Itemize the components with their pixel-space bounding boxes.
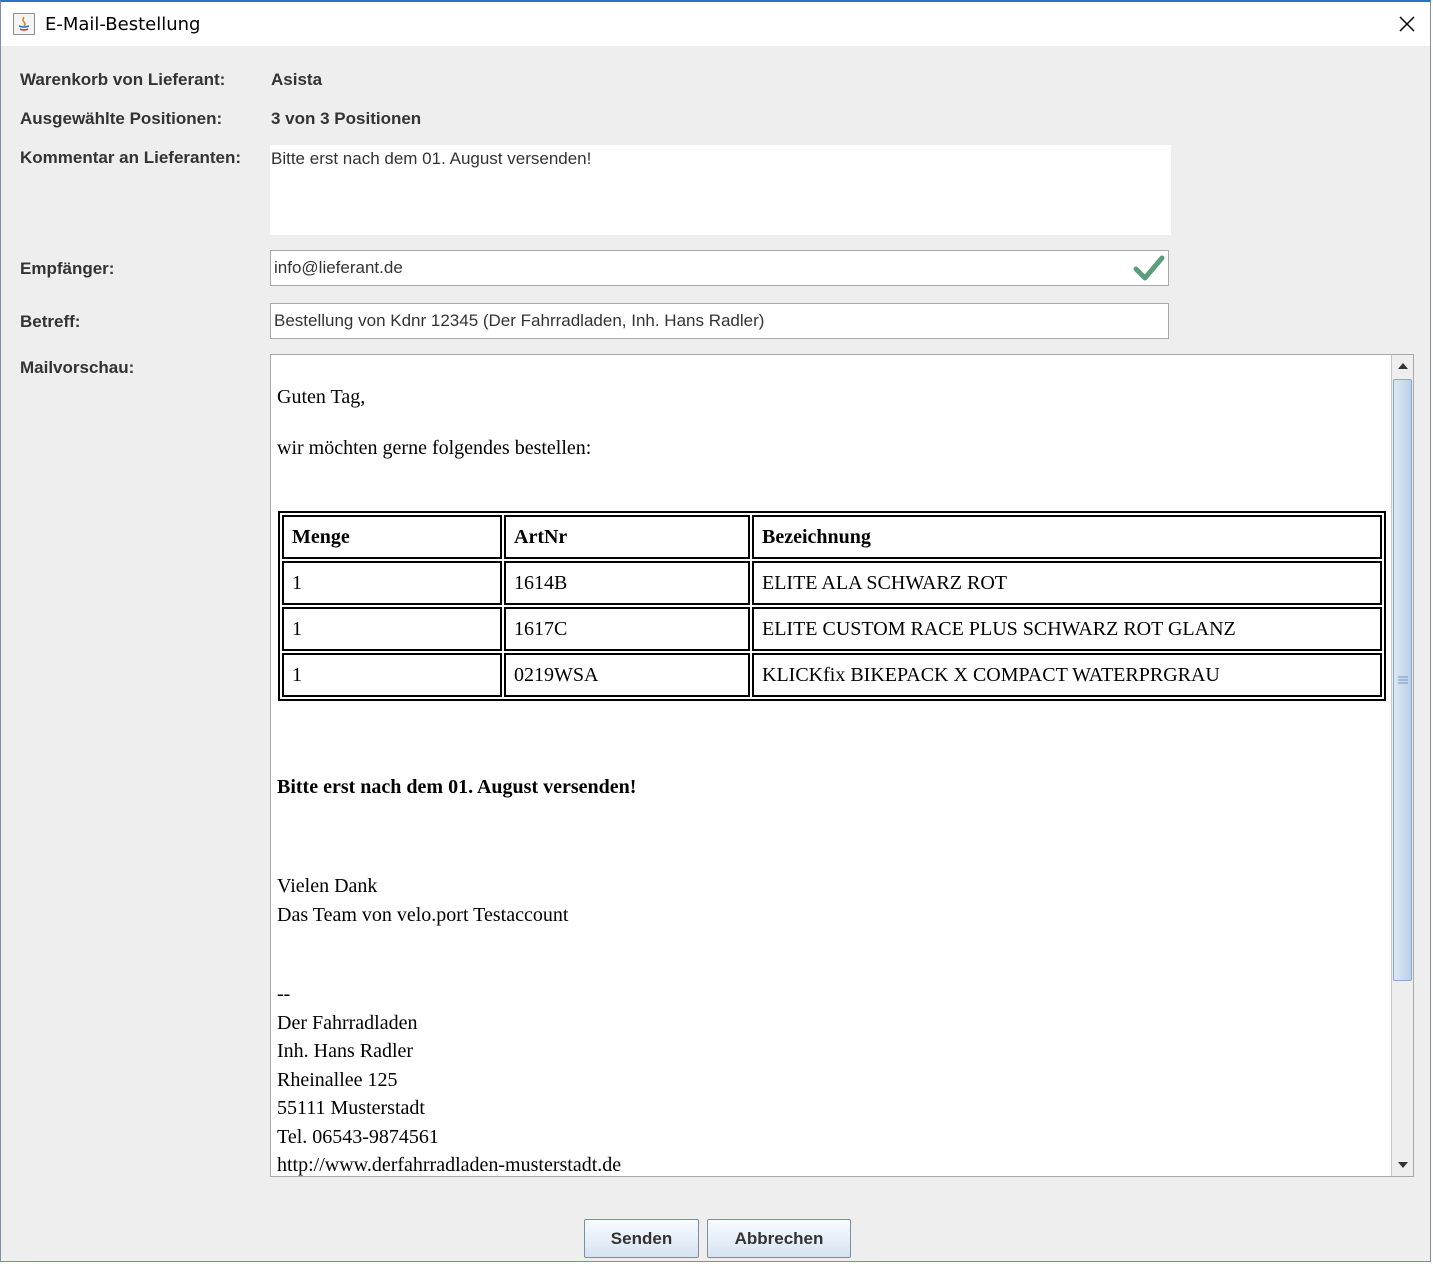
header-menge: Menge bbox=[282, 515, 502, 559]
header-artnr: ArtNr bbox=[504, 515, 750, 559]
close-button[interactable] bbox=[1384, 2, 1430, 46]
checkmark-icon bbox=[1133, 255, 1165, 281]
signature-line: 55111 Musterstadt bbox=[277, 1097, 425, 1119]
signature-line: Rheinallee 125 bbox=[277, 1069, 398, 1091]
arrow-up-icon bbox=[1397, 363, 1408, 369]
preview-label: Mailvorschau: bbox=[20, 358, 135, 377]
recipient-input[interactable] bbox=[270, 250, 1169, 286]
comment-textarea[interactable]: Bitte erst nach dem 01. August versenden… bbox=[270, 145, 1171, 235]
signature-line: Der Fahrradladen bbox=[277, 1012, 418, 1034]
cell-bezeichnung: KLICKfix BIKEPACK X COMPACT WATERPRGRAU bbox=[752, 653, 1382, 697]
cell-artnr: 1617C bbox=[504, 607, 750, 651]
subject-label: Betreff: bbox=[20, 312, 81, 331]
arrow-down-icon bbox=[1397, 1162, 1408, 1168]
cell-bezeichnung: ELITE ALA SCHWARZ ROT bbox=[752, 561, 1382, 605]
cell-artnr: 1614B bbox=[504, 561, 750, 605]
signature-line: Inh. Hans Radler bbox=[277, 1040, 414, 1062]
subject-input[interactable] bbox=[270, 303, 1169, 339]
signature-link[interactable]: http://www.derfahrradladen-musterstadt.d… bbox=[277, 1154, 621, 1176]
table-row: 1 0219WSA KLICKfix BIKEPACK X COMPACT WA… bbox=[282, 653, 1382, 697]
cell-bezeichnung: ELITE CUSTOM RACE PLUS SCHWARZ ROT GLANZ bbox=[752, 607, 1382, 651]
send-button[interactable]: Senden bbox=[584, 1219, 699, 1258]
supplier-value: Asista bbox=[271, 70, 323, 89]
signature-line: Tel. 06543-9874561 bbox=[277, 1126, 439, 1148]
close-icon bbox=[1399, 16, 1415, 32]
team-text: Das Team von velo.port Testaccount bbox=[277, 904, 569, 926]
cell-menge: 1 bbox=[282, 561, 502, 605]
preview-comment: Bitte erst nach dem 01. August versenden… bbox=[277, 776, 637, 798]
email-order-dialog: E-Mail-Bestellung Warenkorb von Lieferan… bbox=[0, 0, 1431, 1262]
scroll-thumb[interactable] bbox=[1393, 379, 1412, 981]
comment-label: Kommentar an Lieferanten: bbox=[20, 148, 242, 167]
thanks-text: Vielen Dank bbox=[277, 875, 378, 897]
scroll-up-button[interactable] bbox=[1392, 355, 1413, 377]
order-table: Menge ArtNr Bezeichnung 1 1614B ELITE AL… bbox=[278, 511, 1386, 701]
cancel-button[interactable]: Abbrechen bbox=[707, 1219, 851, 1258]
table-row: 1 1617C ELITE CUSTOM RACE PLUS SCHWARZ R… bbox=[282, 607, 1382, 651]
greeting-text: Guten Tag, bbox=[277, 386, 366, 408]
grip-icon bbox=[1397, 676, 1408, 684]
cell-menge: 1 bbox=[282, 653, 502, 697]
recipient-label: Empfänger: bbox=[20, 259, 115, 278]
table-header-row: Menge ArtNr Bezeichnung bbox=[282, 515, 1382, 559]
java-icon bbox=[13, 13, 35, 35]
positions-label: Ausgewählte Positionen: bbox=[20, 109, 223, 128]
supplier-label: Warenkorb von Lieferant: bbox=[20, 70, 226, 89]
title-bar: E-Mail-Bestellung bbox=[1, 2, 1430, 46]
mail-preview[interactable]: Guten Tag, wir möchten gerne folgendes b… bbox=[270, 354, 1414, 1177]
intro-text: wir möchten gerne folgendes bestellen: bbox=[277, 437, 592, 459]
preview-scrollbar[interactable] bbox=[1391, 355, 1413, 1176]
table-row: 1 1614B ELITE ALA SCHWARZ ROT bbox=[282, 561, 1382, 605]
cell-artnr: 0219WSA bbox=[504, 653, 750, 697]
window-title: E-Mail-Bestellung bbox=[45, 14, 201, 35]
header-bezeichnung: Bezeichnung bbox=[752, 515, 1382, 559]
signature-separator: -- bbox=[277, 983, 291, 1005]
positions-value: 3 von 3 Positionen bbox=[271, 109, 422, 128]
scroll-down-button[interactable] bbox=[1392, 1154, 1413, 1176]
cell-menge: 1 bbox=[282, 607, 502, 651]
